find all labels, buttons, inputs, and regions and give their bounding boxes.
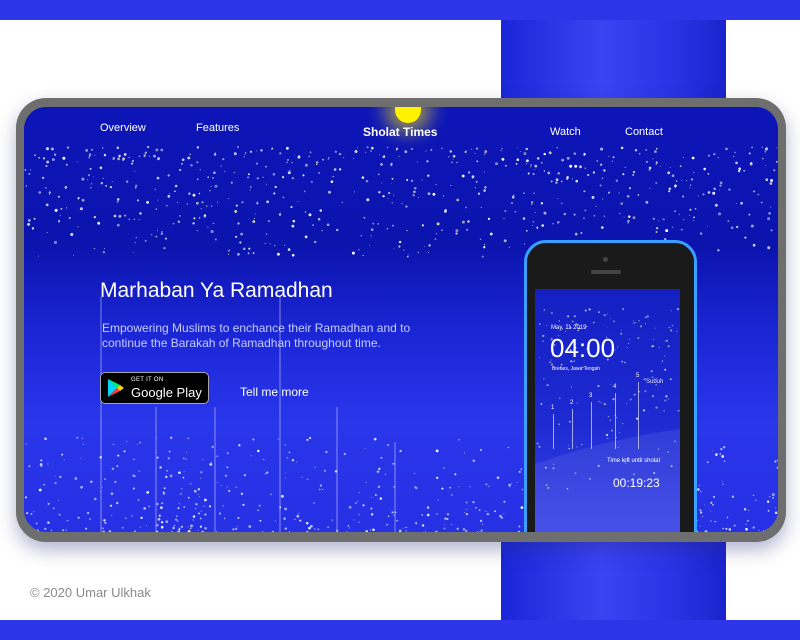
- nav-contact[interactable]: Contact: [625, 126, 663, 138]
- phone-top-bar: [597, 240, 621, 243]
- nav-watch[interactable]: Watch: [550, 126, 581, 138]
- copyright-text: © 2020 Umar Ulkhak: [30, 585, 151, 600]
- phone-screen: May, 11 2019 04:00 Brebes, Jawa Tengah S…: [535, 289, 680, 532]
- phone-time: 04:00: [550, 333, 616, 363]
- prayer-marker-line: [553, 414, 554, 449]
- nav-features[interactable]: Features: [196, 122, 239, 134]
- device-frame: Overview Features Sholat Times Watch Con…: [16, 98, 786, 542]
- prayer-marker-3: 3: [589, 393, 593, 399]
- prayer-marker-4: 4: [613, 384, 617, 390]
- phone-camera: [603, 257, 608, 262]
- hero-subtitle: Empowering Muslims to enchance their Ram…: [102, 321, 411, 350]
- google-play-icon: [108, 379, 124, 397]
- prayer-marker-line: [638, 382, 639, 449]
- store-small-label: GET IT ON: [131, 377, 164, 383]
- nav-brand[interactable]: Sholat Times: [363, 125, 437, 139]
- phone-next-prayer: Subuh: [646, 379, 664, 385]
- hero-title: Marhaban Ya Ramadhan: [100, 279, 333, 302]
- prayer-marker-line: [615, 393, 616, 449]
- phone-date: May, 11 2019: [551, 325, 587, 331]
- phone-location: Brebes, Jawa Tengah: [552, 366, 600, 372]
- bottom-band: [0, 620, 800, 640]
- hero-screen: Overview Features Sholat Times Watch Con…: [24, 107, 778, 532]
- prayer-marker-line: [591, 402, 592, 449]
- prayer-marker-5: 5: [636, 373, 640, 379]
- prayer-marker-1: 1: [551, 405, 555, 411]
- phone-speaker: [591, 270, 621, 274]
- phone-countdown: 00:19:23: [613, 476, 660, 490]
- prayer-marker-2: 2: [570, 400, 574, 406]
- phone-caption: Time left until sholat: [607, 458, 661, 464]
- phone-mockup: May, 11 2019 04:00 Brebes, Jawa Tengah S…: [524, 240, 697, 532]
- store-big-label: Google Play: [131, 385, 202, 400]
- nav-overview[interactable]: Overview: [100, 122, 146, 134]
- tell-me-more-link[interactable]: Tell me more: [240, 385, 309, 399]
- google-play-button[interactable]: GET IT ON Google Play: [100, 372, 209, 404]
- prayer-marker-line: [572, 409, 573, 449]
- top-band: [0, 0, 800, 20]
